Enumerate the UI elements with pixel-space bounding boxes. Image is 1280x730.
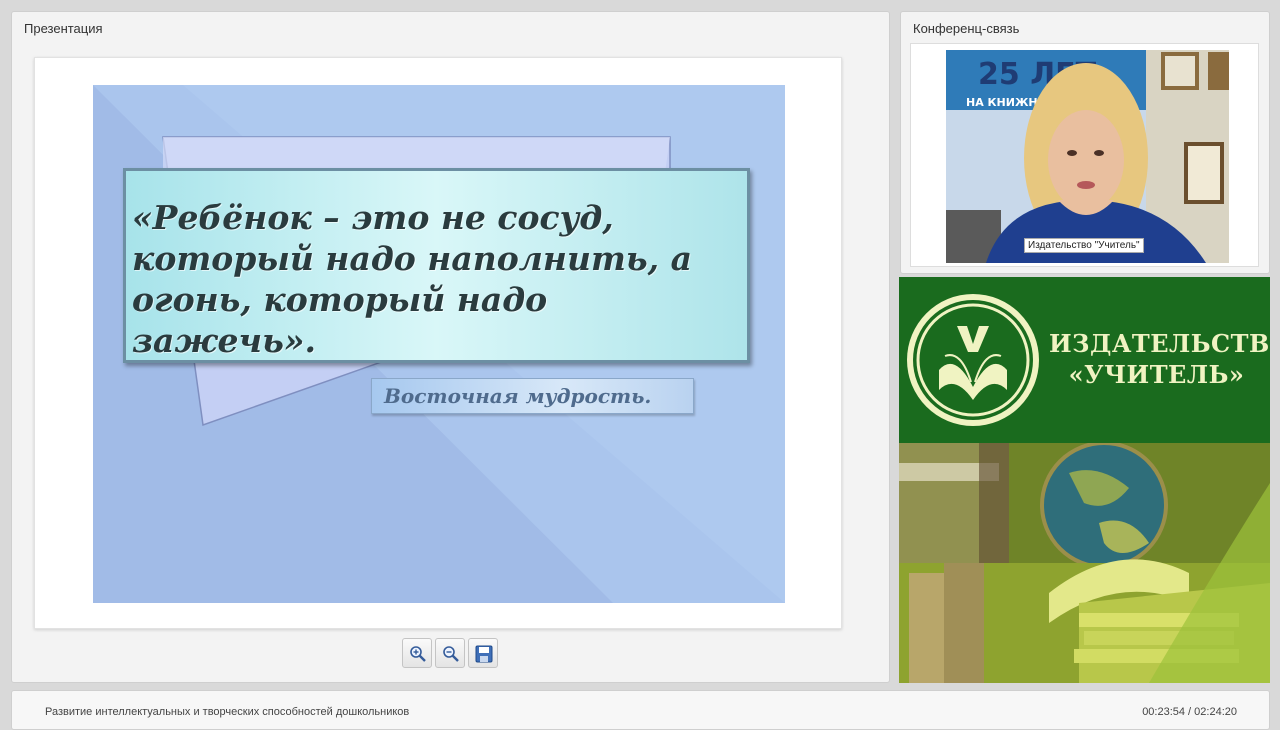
slide: «Ребёнок – это не сосуд, который надо на… bbox=[93, 85, 785, 603]
publisher-name-line2: «УЧИТЕЛЬ» bbox=[1068, 360, 1245, 389]
books-globe-illustration bbox=[899, 443, 1270, 683]
speaker-video[interactable]: 25 ЛЕТ НА КНИЖНО Издательство "Учитель" bbox=[946, 50, 1229, 263]
banner-image bbox=[899, 443, 1270, 683]
quote-box: «Ребёнок – это не сосуд, который надо на… bbox=[123, 168, 750, 363]
zoom-out-icon bbox=[443, 646, 459, 662]
banner-header: ИЗДАТЕЛЬСТВО «УЧИТЕЛЬ» bbox=[899, 277, 1270, 443]
quote-text: «Ребёнок – это не сосуд, который надо на… bbox=[132, 198, 692, 360]
slide-frame: «Ребёнок – это не сосуд, который надо на… bbox=[34, 57, 842, 629]
publisher-name-line1: ИЗДАТЕЛЬСТВО bbox=[1049, 329, 1270, 358]
video-frame: 25 ЛЕТ НА КНИЖНО bbox=[946, 50, 1229, 263]
speaker-caption: Издательство "Учитель" bbox=[1024, 238, 1144, 253]
publisher-name: ИЗДАТЕЛЬСТВО «УЧИТЕЛЬ» bbox=[1049, 328, 1270, 390]
publisher-banner: ИЗДАТЕЛЬСТВО «УЧИТЕЛЬ» bbox=[899, 277, 1270, 683]
playback-time: 00:23:54 / 02:24:20 bbox=[1142, 706, 1237, 718]
conference-title: Конференц-связь bbox=[913, 21, 1020, 36]
presentation-panel: Презентация «Ребёнок – это не сосуд, кот… bbox=[11, 11, 890, 683]
publisher-logo-icon bbox=[907, 294, 1039, 426]
conference-panel: Конференц-связь 25 ЛЕТ НА КНИЖНО Издател… bbox=[900, 11, 1270, 274]
attribution-box: Восточная мудрость. bbox=[371, 378, 694, 414]
zoom-in-icon bbox=[410, 646, 426, 662]
zoom-out-button[interactable] bbox=[435, 638, 465, 668]
footer-bar: Развитие интеллектуальных и творческих с… bbox=[11, 690, 1270, 730]
save-icon bbox=[475, 645, 493, 663]
zoom-in-button[interactable] bbox=[402, 638, 432, 668]
save-button[interactable] bbox=[468, 638, 498, 668]
webinar-title: Развитие интеллектуальных и творческих с… bbox=[45, 706, 410, 718]
video-container: 25 ЛЕТ НА КНИЖНО Издательство "Учитель" bbox=[910, 43, 1259, 267]
presentation-title: Презентация bbox=[24, 21, 103, 36]
attribution-text: Восточная мудрость. bbox=[384, 384, 652, 408]
